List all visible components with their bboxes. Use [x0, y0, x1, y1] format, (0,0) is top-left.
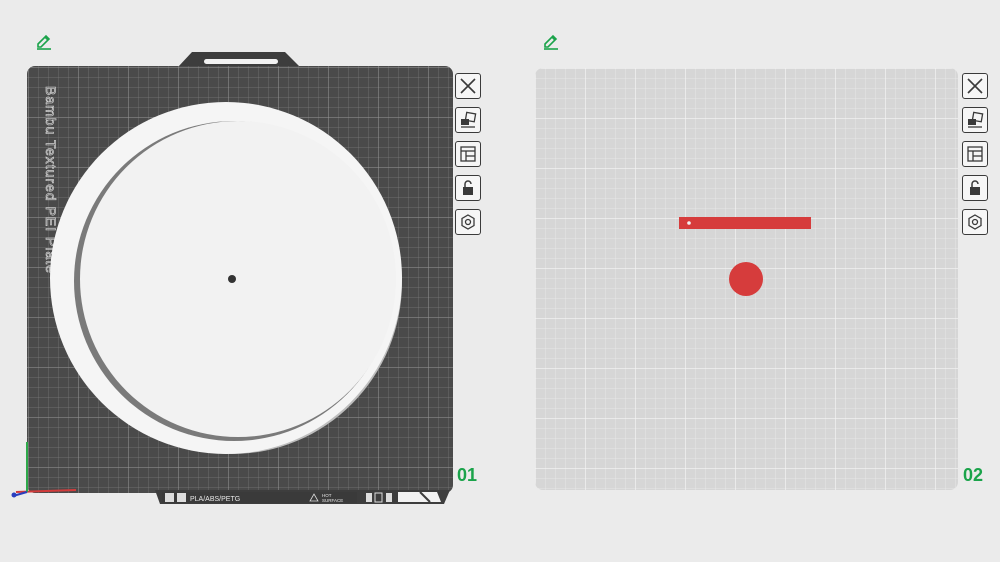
plate-number: 01: [457, 465, 478, 485]
plate-area-1: PLA/ABS/PETG HOT SURFACE Bambu Textured …: [0, 0, 500, 562]
plate-area-2: 02: [500, 0, 1000, 562]
plate-number: 02: [963, 465, 984, 485]
arrange-icon: [968, 111, 984, 128]
lock-plate-button[interactable]: [455, 175, 481, 201]
lock-icon: [970, 180, 980, 195]
settings-icon: [461, 214, 475, 230]
plate-1-toolbar: [455, 73, 481, 235]
plate-settings-button[interactable]: [455, 209, 481, 235]
plate-2-toolbar: [962, 73, 988, 235]
arrange-icon: [461, 111, 477, 128]
plate-settings-button[interactable]: [962, 209, 988, 235]
close-icon: [967, 78, 983, 94]
delete-plate-button[interactable]: [455, 73, 481, 99]
lock-plate-button[interactable]: [962, 175, 988, 201]
arrange-button[interactable]: [455, 107, 481, 133]
lock-icon: [463, 180, 473, 195]
settings-icon: [968, 214, 982, 230]
plate-footer-material: PLA/ABS/PETG: [190, 496, 240, 503]
layout-icon: [967, 146, 983, 162]
disc-object[interactable]: [729, 262, 763, 296]
arrange-button[interactable]: [962, 107, 988, 133]
ring-object[interactable]: [50, 102, 402, 454]
bar-object[interactable]: [679, 217, 811, 229]
layout-button[interactable]: [962, 141, 988, 167]
layout-icon: [460, 146, 476, 162]
build-plate-1[interactable]: PLA/ABS/PETG HOT SURFACE Bambu Textured …: [0, 0, 500, 562]
plate-footer-surface-2: SURFACE: [322, 498, 343, 503]
close-icon: [460, 78, 476, 94]
delete-plate-button[interactable]: [962, 73, 988, 99]
layout-button[interactable]: [455, 141, 481, 167]
build-plate-2[interactable]: [500, 0, 1000, 562]
